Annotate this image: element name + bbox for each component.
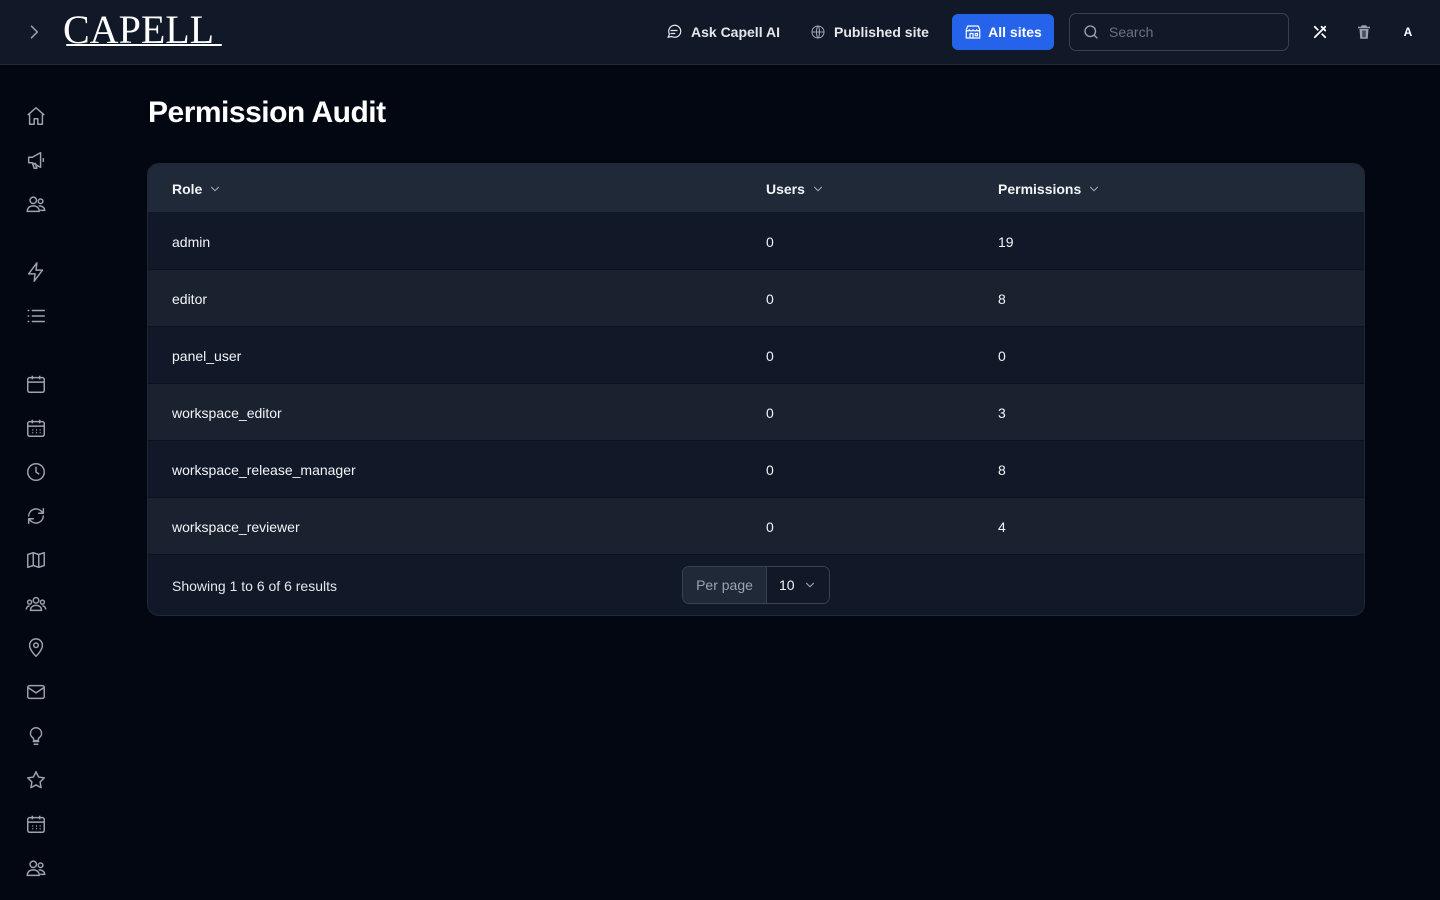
- sidebar-item-events[interactable]: [24, 416, 48, 440]
- sidebar-item-mail[interactable]: [24, 680, 48, 704]
- per-page-label: Per page: [683, 567, 767, 603]
- cell-users: 0: [766, 518, 774, 535]
- logo-underline: [66, 44, 222, 46]
- chevron-down-icon: [211, 186, 220, 191]
- ask-ai-button[interactable]: Ask Capell AI: [665, 16, 780, 48]
- chevron-down-icon: [813, 186, 823, 191]
- column-header-role[interactable]: Role: [172, 164, 222, 213]
- cell-permissions: 3: [998, 404, 1006, 421]
- calendar-days-icon: [27, 419, 45, 437]
- table-row[interactable]: workspace_editor 0 3: [148, 384, 1364, 441]
- envelope-icon: [27, 684, 45, 700]
- search-input[interactable]: [1109, 24, 1269, 40]
- table-header: Role Users Permissions: [148, 164, 1364, 213]
- map-pin-icon: [28, 638, 44, 658]
- cell-users: 0: [766, 347, 774, 364]
- sidebar-item-locations[interactable]: [24, 636, 48, 660]
- search-box[interactable]: [1069, 13, 1289, 51]
- cell-permissions: 4: [998, 518, 1006, 535]
- table-row[interactable]: panel_user 0 0: [148, 327, 1364, 384]
- cell-permissions: 0: [998, 347, 1006, 364]
- sidebar-item-calendar[interactable]: [24, 372, 48, 396]
- cell-role: workspace_editor: [172, 404, 282, 421]
- chevron-right-icon: [30, 25, 39, 39]
- cell-role: workspace_reviewer: [172, 518, 300, 535]
- clock-icon: [27, 463, 45, 481]
- trash-icon: [1358, 25, 1370, 39]
- cell-permissions: 8: [998, 461, 1006, 478]
- all-sites-label: All sites: [988, 24, 1042, 40]
- user-group-icon: [25, 596, 47, 612]
- top-bar: CAPELL Ask Capell AI Published site All …: [0, 0, 1440, 65]
- chat-bubble-icon: [667, 24, 682, 38]
- map-icon: [27, 551, 45, 569]
- globe-icon: [811, 25, 825, 39]
- chevron-down-icon: [805, 582, 815, 588]
- all-sites-button[interactable]: All sites: [952, 14, 1054, 50]
- users-icon: [26, 196, 46, 213]
- wrench-screwdriver-icon: [1313, 25, 1327, 39]
- table-footer: Showing 1 to 6 of 6 results Per page 10: [148, 555, 1364, 615]
- calendar-icon: [27, 375, 45, 393]
- column-header-label: Role: [172, 180, 203, 197]
- sidebar-item-members[interactable]: [24, 856, 48, 880]
- sidebar-item-home[interactable]: [24, 104, 48, 128]
- page-title: Permission Audit: [148, 96, 386, 129]
- column-header-label: Permissions: [998, 180, 1082, 197]
- sidebar-item-users[interactable]: [24, 192, 48, 216]
- table-row[interactable]: admin 0 19: [148, 213, 1364, 270]
- published-site-button[interactable]: Published site: [810, 16, 929, 48]
- sidebar-item-schedule[interactable]: [24, 812, 48, 836]
- cell-users: 0: [766, 404, 774, 421]
- cell-role: panel_user: [172, 347, 242, 364]
- sidebar-item-automations[interactable]: [24, 260, 48, 284]
- sidebar-item-ideas[interactable]: [24, 724, 48, 748]
- tools-button[interactable]: [1308, 20, 1332, 44]
- cell-permissions: 19: [998, 233, 1014, 250]
- cell-role: workspace_release_manager: [172, 461, 356, 478]
- results-count: Showing 1 to 6 of 6 results: [172, 578, 337, 594]
- column-header-permissions[interactable]: Permissions: [998, 164, 1101, 213]
- star-icon: [27, 771, 45, 789]
- calendar-days-icon: [27, 815, 45, 833]
- sidebar-item-history[interactable]: [24, 460, 48, 484]
- sidebar: [0, 65, 72, 900]
- sidebar-item-announcements[interactable]: [24, 148, 48, 172]
- table-row[interactable]: workspace_reviewer 0 4: [148, 498, 1364, 555]
- home-icon: [27, 107, 45, 125]
- per-page-select[interactable]: 10: [767, 567, 829, 603]
- cell-users: 0: [766, 233, 774, 250]
- refresh-icon: [27, 507, 45, 525]
- light-bulb-icon: [29, 727, 43, 745]
- cell-permissions: 8: [998, 290, 1006, 307]
- sidebar-item-favorites[interactable]: [24, 768, 48, 792]
- expand-sidebar-button[interactable]: [22, 20, 46, 44]
- users-icon: [26, 860, 46, 877]
- cell-users: 0: [766, 290, 774, 307]
- trash-button[interactable]: [1352, 20, 1376, 44]
- sidebar-item-sync[interactable]: [24, 504, 48, 528]
- search-icon: [1084, 25, 1098, 39]
- sidebar-item-list[interactable]: [24, 304, 48, 328]
- sidebar-item-map[interactable]: [24, 548, 48, 572]
- cell-role: admin: [172, 233, 211, 250]
- sidebar-item-teams[interactable]: [24, 592, 48, 616]
- table-row[interactable]: workspace_release_manager 0 8: [148, 441, 1364, 498]
- cell-role: editor: [172, 290, 208, 307]
- permission-table: Role Users Permissions admin 0 19 editor…: [147, 163, 1365, 616]
- avatar[interactable]: A: [1396, 20, 1420, 44]
- ask-ai-label: Ask Capell AI: [691, 24, 780, 40]
- per-page-control: Per page 10: [682, 566, 830, 604]
- column-header-users[interactable]: Users: [766, 164, 825, 213]
- building-storefront-icon: [965, 25, 981, 39]
- megaphone-icon: [27, 151, 45, 169]
- table-row[interactable]: editor 0 8: [148, 270, 1364, 327]
- column-header-label: Users: [766, 180, 805, 197]
- bolt-icon: [27, 262, 44, 282]
- per-page-value: 10: [779, 577, 795, 593]
- cell-users: 0: [766, 461, 774, 478]
- list-icon: [27, 309, 45, 323]
- published-site-label: Published site: [834, 24, 929, 40]
- chevron-down-icon: [1090, 186, 1099, 191]
